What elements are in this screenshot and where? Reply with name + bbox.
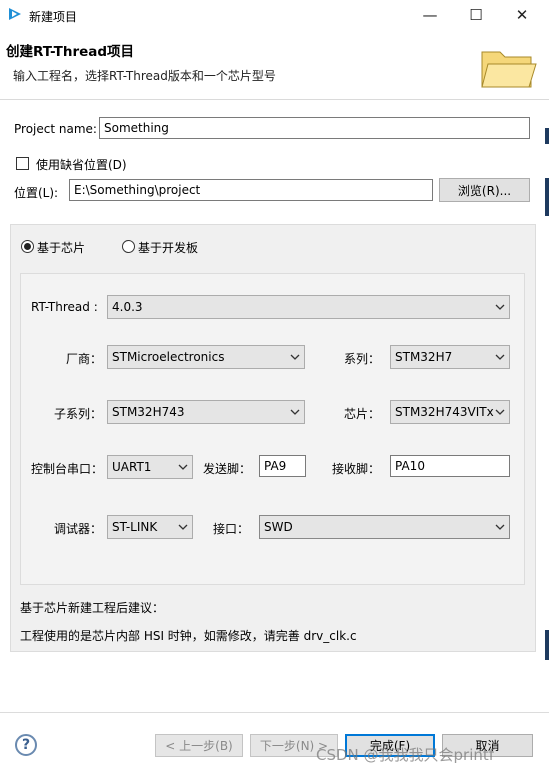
tx-pin-input[interactable]: PA9 <box>259 455 306 477</box>
chip-value: STM32H743VITx <box>395 405 494 419</box>
rtthread-version-select[interactable]: 4.0.3 <box>107 295 510 319</box>
series-select[interactable]: STM32H7 <box>390 345 510 369</box>
chip-select[interactable]: STM32H743VITx <box>390 400 510 424</box>
use-default-location-label: 使用缺省位置(D) <box>36 158 127 172</box>
interface-label: 接口： <box>213 522 250 536</box>
tx-pin-label: 发送脚： <box>203 462 252 476</box>
debugger-label: 调试器： <box>54 522 103 536</box>
project-name-label: Project name: <box>14 122 97 136</box>
footer-divider <box>0 712 549 713</box>
rx-pin-label: 接收脚： <box>332 462 381 476</box>
watermark-text: CSDN @我我我只会printf <box>316 746 495 764</box>
wizard-description: 输入工程名，选择RT-Thread版本和一个芯片型号 <box>13 69 276 83</box>
subseries-label: 子系列： <box>54 407 103 421</box>
subseries-select[interactable]: STM32H743 <box>107 400 305 424</box>
radio-based-on-chip-label: 基于芯片 <box>37 241 86 255</box>
vendor-label: 厂商： <box>66 352 103 366</box>
chevron-down-icon <box>178 524 188 530</box>
background-window-strip <box>545 128 549 144</box>
close-button[interactable]: ✕ <box>499 0 545 30</box>
interface-select[interactable]: SWD <box>259 515 510 539</box>
project-name-input[interactable]: Something <box>99 117 530 139</box>
browse-button[interactable]: 浏览(R)... <box>439 178 530 202</box>
window-title: 新建项目 <box>29 10 78 24</box>
back-button[interactable]: < 上一步(B) <box>155 734 243 757</box>
use-default-location-checkbox[interactable] <box>16 157 29 170</box>
help-icon[interactable]: ? <box>15 734 37 756</box>
console-uart-select[interactable]: UART1 <box>107 455 193 479</box>
console-uart-label: 控制台串口： <box>31 462 104 476</box>
app-logo-icon <box>9 8 21 20</box>
chip-label: 芯片： <box>344 407 381 421</box>
minimize-button[interactable]: — <box>407 0 453 30</box>
chevron-down-icon <box>290 354 300 360</box>
radio-based-on-board-label: 基于开发板 <box>138 241 199 255</box>
radio-based-on-chip[interactable] <box>21 240 34 253</box>
rtthread-version-value: 4.0.3 <box>112 300 143 314</box>
debugger-select[interactable]: ST-LINK <box>107 515 193 539</box>
series-label: 系列： <box>344 352 381 366</box>
folder-open-icon <box>481 51 537 88</box>
interface-value: SWD <box>264 520 293 534</box>
advice-text: 工程使用的是芯片内部 HSI 时钟，如需修改，请完善 drv_clk.c <box>20 629 357 643</box>
background-window-strip <box>545 630 549 660</box>
advice-title: 基于芯片新建工程后建议： <box>20 601 165 615</box>
maximize-button[interactable]: ☐ <box>453 0 499 30</box>
vendor-value: STMicroelectronics <box>112 350 225 364</box>
background-window-strip <box>545 178 549 216</box>
chevron-down-icon <box>495 409 505 415</box>
location-input[interactable]: E:\Something\project <box>69 179 433 201</box>
rx-pin-input[interactable]: PA10 <box>390 455 510 477</box>
subseries-value: STM32H743 <box>112 405 185 419</box>
chevron-down-icon <box>178 464 188 470</box>
vendor-select[interactable]: STMicroelectronics <box>107 345 305 369</box>
chevron-down-icon <box>290 409 300 415</box>
chevron-down-icon <box>495 354 505 360</box>
console-uart-value: UART1 <box>112 460 152 474</box>
chevron-down-icon <box>495 304 505 310</box>
radio-based-on-board[interactable] <box>122 240 135 253</box>
location-label: 位置(L): <box>14 186 59 200</box>
rtthread-version-label: RT-Thread : <box>31 300 98 314</box>
chevron-down-icon <box>495 524 505 530</box>
wizard-title: 创建RT-Thread项目 <box>6 44 135 60</box>
series-value: STM32H7 <box>395 350 453 364</box>
debugger-value: ST-LINK <box>112 520 158 534</box>
